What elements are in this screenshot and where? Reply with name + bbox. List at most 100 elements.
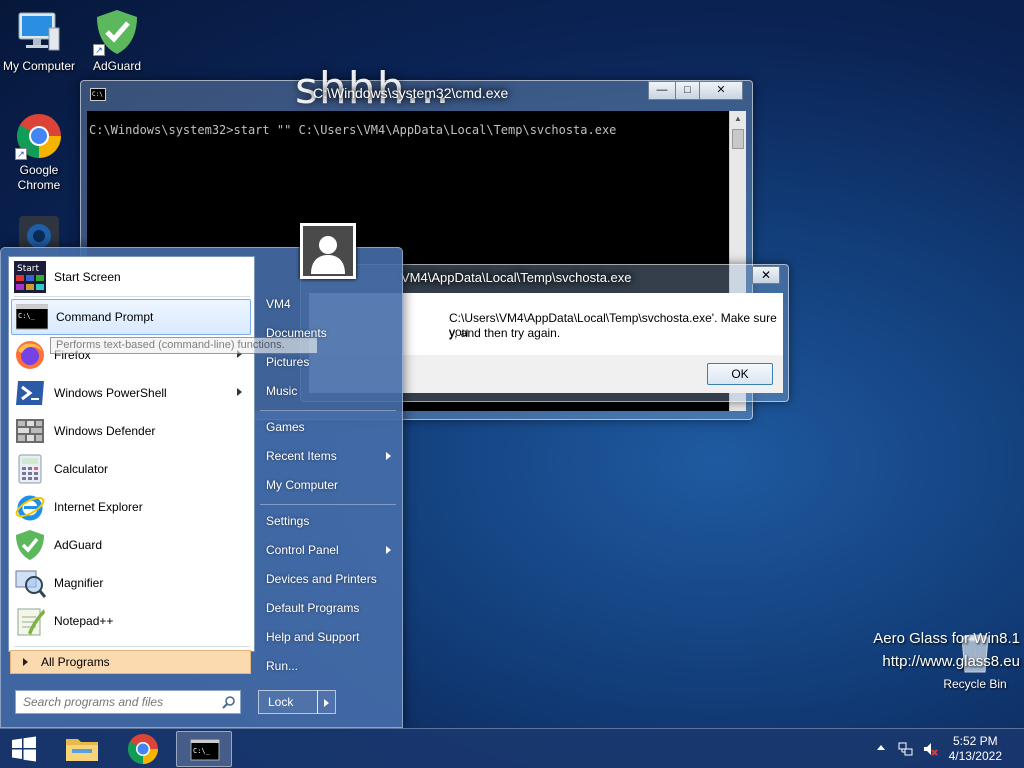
program-label: Notepad++ — [54, 614, 114, 628]
menu-item-label: Control Panel — [266, 543, 339, 557]
menu-item-label: VM4 — [266, 297, 291, 311]
defender-icon — [14, 415, 46, 447]
desktop-icon-label: Recycle Bin — [943, 677, 1007, 691]
maximize-button[interactable]: □ — [675, 81, 700, 100]
volume-muted-icon[interactable] — [922, 741, 938, 757]
menu-item-label: Run... — [266, 659, 299, 673]
show-hidden-icons-button[interactable] — [877, 745, 885, 750]
taskbar-chrome[interactable] — [115, 731, 171, 767]
menu-separator — [260, 410, 396, 411]
user-silhouette-icon — [311, 236, 345, 274]
menu-item-label: Games — [266, 420, 305, 434]
menu-item-help-and-support[interactable]: Help and Support — [258, 624, 396, 650]
menu-item-control-panel[interactable]: Control Panel — [258, 537, 396, 563]
menu-item-my-computer[interactable]: My Computer — [258, 472, 396, 498]
program-internet-explorer[interactable]: Internet Explorer — [10, 489, 252, 525]
user-avatar[interactable] — [300, 223, 356, 279]
aero-glass-watermark: Aero Glass for Win8.1 — [873, 630, 1020, 647]
programs-separator — [14, 646, 250, 647]
minimize-button[interactable]: — — [648, 81, 676, 100]
taskbar-cmd[interactable]: C:\_ — [176, 731, 232, 767]
svg-text:C:\_: C:\_ — [18, 312, 36, 320]
start-button[interactable] — [0, 731, 48, 767]
lock-button[interactable]: Lock — [258, 690, 318, 714]
search-icon[interactable] — [222, 695, 236, 709]
error-message-line2: y, and then try again. — [449, 326, 561, 340]
menu-item-devices-and-printers[interactable]: Devices and Printers — [258, 566, 396, 592]
search-input[interactable] — [15, 690, 241, 714]
all-programs-label: All Programs — [41, 655, 110, 669]
menu-item-label: Help and Support — [266, 630, 360, 644]
menu-item-run[interactable]: Run... — [258, 653, 396, 679]
menu-item-label: Documents — [266, 326, 327, 340]
submenu-arrow-icon — [386, 546, 391, 554]
menu-item-label: My Computer — [266, 478, 339, 492]
scroll-up-icon[interactable]: ▲ — [730, 111, 746, 127]
clock-time: 5:52 PM — [952, 734, 998, 748]
chevron-right-icon — [324, 699, 329, 707]
ok-button[interactable]: OK — [707, 363, 773, 385]
menu-item-label: Settings — [266, 514, 310, 528]
cmd-icon: C:\_ — [190, 739, 220, 761]
taskbar-clock[interactable]: 5:52 PM 4/13/2022 — [949, 734, 1002, 764]
menu-item-label: Pictures — [266, 355, 310, 369]
lock-options-button[interactable] — [317, 690, 336, 714]
menu-item-label: Recent Items — [266, 449, 337, 463]
close-button[interactable]: ✕ — [699, 81, 743, 100]
magnifier-icon — [14, 567, 47, 599]
menu-item-music[interactable]: Music — [258, 378, 396, 404]
desktop-icon-adguard[interactable]: ↗ AdGuard — [78, 8, 156, 74]
windows-logo-icon — [12, 736, 36, 762]
program-start-screen[interactable]: Start Start Screen — [10, 259, 252, 295]
taskbar-file-explorer[interactable] — [54, 731, 110, 767]
cmd-icon: C:\_ — [15, 301, 49, 333]
program-calculator[interactable]: Calculator — [10, 451, 252, 487]
scroll-thumb[interactable] — [732, 129, 744, 149]
adguard-icon — [14, 529, 46, 561]
ie-icon — [14, 491, 46, 523]
chrome-icon — [127, 734, 158, 765]
all-programs-button[interactable]: All Programs — [10, 650, 251, 674]
error-dialog-title: VM4\AppData\Local\Temp\svchosta.exe — [401, 270, 632, 285]
powershell-icon — [14, 377, 46, 409]
program-label: Calculator — [54, 462, 109, 476]
firefox-icon — [14, 339, 46, 371]
console-line: C:\Windows\system32>start "" C:\Users\VM… — [89, 123, 617, 137]
menu-item-documents[interactable]: Documents — [258, 320, 396, 346]
menu-item-default-programs[interactable]: Default Programs — [258, 595, 396, 621]
program-label: Start Screen — [54, 270, 121, 284]
program-label: AdGuard — [54, 538, 103, 552]
shortcut-arrow-icon: ↗ — [15, 148, 27, 160]
network-icon[interactable] — [898, 741, 914, 757]
program-command-prompt[interactable]: C:\_ Command Prompt — [11, 299, 251, 335]
program-adguard[interactable]: AdGuard — [10, 527, 252, 563]
menu-item-label: Music — [266, 384, 298, 398]
program-windows-powershell[interactable]: Windows PowerShell — [10, 375, 252, 411]
program-notepadpp[interactable]: Notepad++ — [10, 603, 252, 639]
menu-item-games[interactable]: Games — [258, 414, 396, 440]
notepadpp-icon — [14, 605, 46, 637]
error-dialog-close-button[interactable]: ✕ — [752, 266, 780, 284]
shortcut-arrow-icon: ↗ — [93, 44, 105, 56]
taskbar: C:\_ 5:52 PM 4/13/2022 — [0, 728, 1024, 768]
chrome-icon: ↗ — [15, 112, 63, 160]
desktop-icon-label: Google Chrome — [17, 163, 61, 192]
desktop-icon-label: AdGuard — [92, 59, 142, 73]
svg-text:Start: Start — [17, 264, 39, 274]
all-programs-arrow-icon — [23, 658, 28, 666]
program-windows-defender[interactable]: Windows Defender — [10, 413, 252, 449]
menu-item-pictures[interactable]: Pictures — [258, 349, 396, 375]
desktop-icon-google-chrome[interactable]: ↗ Google Chrome — [0, 112, 78, 193]
menu-item-recent-items[interactable]: Recent Items — [258, 443, 396, 469]
program-label: Windows PowerShell — [54, 386, 167, 400]
desktop-icon-my-computer[interactable]: My Computer — [0, 8, 78, 74]
menu-item-settings[interactable]: Settings — [258, 508, 396, 534]
program-magnifier[interactable]: Magnifier — [10, 565, 252, 601]
cmd-titlebar[interactable]: C:\ shhh... C:\Windows\system32\cmd.exe … — [81, 63, 752, 114]
submenu-arrow-icon — [237, 388, 242, 396]
program-label: Windows Defender — [54, 424, 156, 438]
menu-item-label: Default Programs — [266, 601, 360, 615]
menu-item-vm4[interactable]: VM4 — [258, 291, 396, 317]
cmd-icon-text: C:\_ — [193, 747, 211, 755]
aero-glass-url: http://www.glass8.eu — [882, 653, 1020, 670]
